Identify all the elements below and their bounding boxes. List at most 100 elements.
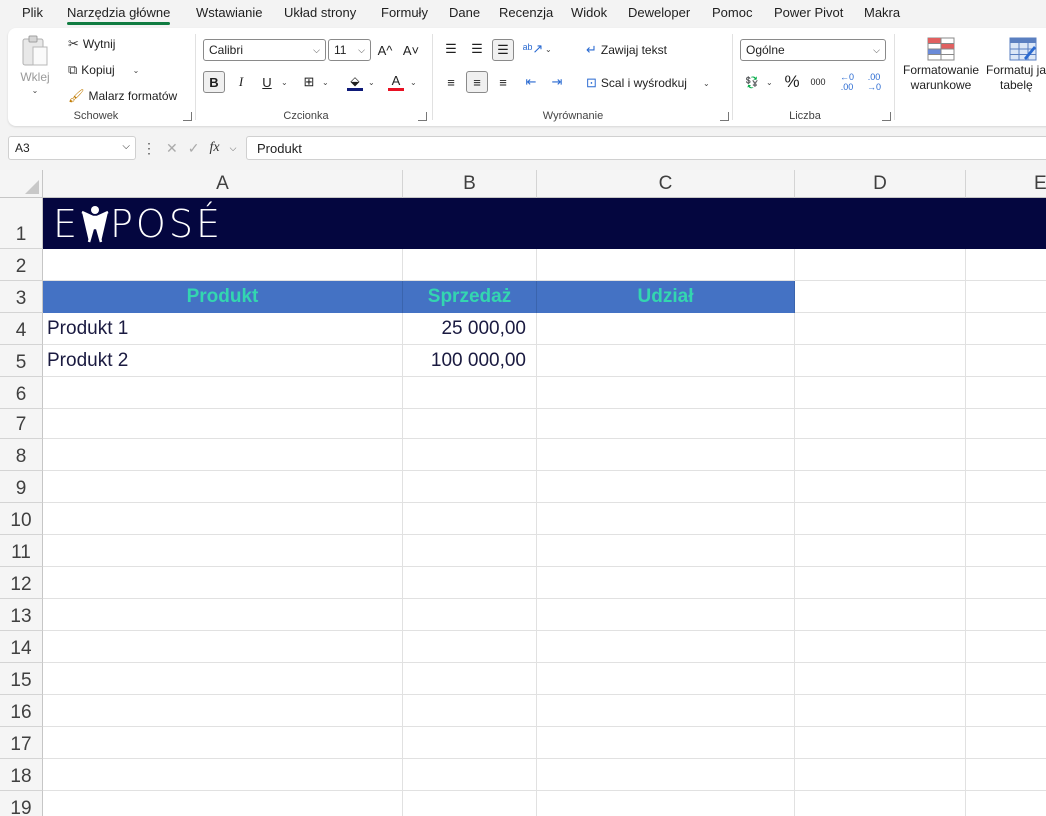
row-header[interactable]: 12 — [0, 567, 43, 599]
tab-macros[interactable]: Makra — [864, 5, 900, 20]
paste-button[interactable]: Wklej ⌄ — [20, 34, 50, 95]
cancel-icon[interactable]: ✕ — [166, 140, 178, 157]
column-header-b[interactable]: B — [403, 170, 537, 198]
header-cell-product[interactable]: Produkt — [43, 281, 403, 313]
row-header[interactable]: 3 — [0, 281, 43, 313]
column-header-e[interactable]: E — [966, 170, 1046, 198]
tab-review[interactable]: Recenzja — [499, 5, 553, 20]
row-header[interactable]: 18 — [0, 759, 43, 791]
bold-button[interactable]: B — [203, 71, 225, 93]
tab-view[interactable]: Widok — [571, 5, 607, 20]
tab-help[interactable]: Pomoc — [712, 5, 752, 20]
underline-button[interactable]: U — [256, 71, 278, 93]
launcher-icon[interactable]: . — [183, 112, 192, 121]
merge-center-button[interactable]: ⊡ Scal i wyśrodkuj ⌄ — [586, 75, 710, 91]
tab-file[interactable]: Plik — [22, 5, 43, 20]
tab-insert[interactable]: Wstawianie — [196, 5, 262, 20]
cell-b5[interactable]: 100 000,00 — [403, 345, 537, 377]
cell-c5[interactable] — [537, 345, 795, 377]
launcher-icon[interactable]: . — [418, 112, 427, 121]
shrink-font-button[interactable]: A˅ — [400, 39, 422, 61]
chevron-down-icon[interactable]: ⌄ — [703, 79, 710, 88]
decrease-decimal-button[interactable]: .00 →0 — [863, 71, 885, 93]
row-header[interactable]: 10 — [0, 503, 43, 535]
chevron-down-icon[interactable]: ⌵ — [122, 141, 130, 152]
copy-button[interactable]: ⧉ Kopiuj ⌄ — [68, 62, 139, 78]
tab-home[interactable]: Narzędzia główne — [67, 5, 171, 25]
increase-decimal-button[interactable]: ←0 .00 — [836, 71, 858, 93]
header-cell-share[interactable]: Udział — [537, 281, 795, 313]
tab-page-layout[interactable]: Układ strony — [284, 5, 356, 20]
row-header[interactable]: 19 — [0, 791, 43, 816]
header-cell-sales[interactable]: Sprzedaż — [403, 281, 537, 313]
cell-a5[interactable]: Produkt 2 — [43, 345, 403, 377]
borders-button[interactable]: ⊞ — [298, 71, 320, 93]
grow-font-button[interactable]: A^ — [374, 39, 396, 61]
chevron-down-icon[interactable]: ⌵ — [230, 143, 237, 154]
format-as-table-button[interactable]: Formatuj ja tabelę — [986, 36, 1046, 92]
row-header[interactable]: 15 — [0, 663, 43, 695]
column-header-c[interactable]: C — [537, 170, 795, 198]
column-header-a[interactable]: A — [43, 170, 403, 198]
launcher-icon[interactable]: . — [882, 112, 891, 121]
tab-developer[interactable]: Deweloper — [628, 5, 690, 20]
banner-row[interactable]: E POSÉ — [43, 198, 1046, 249]
row-header[interactable]: 13 — [0, 599, 43, 631]
chevron-down-icon[interactable]: ⌄ — [281, 78, 288, 87]
cell-c4[interactable] — [537, 313, 795, 345]
font-size-select[interactable]: 11 ⌵ — [328, 39, 371, 61]
align-center-button[interactable]: ≡ — [466, 71, 488, 93]
font-family-select[interactable]: Calibri ⌵ — [203, 39, 326, 61]
increase-indent-button[interactable]: ⇥ — [546, 71, 568, 93]
confirm-icon[interactable]: ✓ — [188, 140, 200, 157]
wrap-text-button[interactable]: ↵ Zawijaj tekst — [586, 42, 667, 58]
tab-power-pivot[interactable]: Power Pivot — [774, 5, 843, 20]
insert-function-icon[interactable]: fx — [209, 140, 219, 156]
name-box[interactable]: A3 ⌵ — [8, 136, 136, 160]
cell-a4[interactable]: Produkt 1 — [43, 313, 403, 345]
font-color-button[interactable]: A — [385, 71, 407, 93]
row-header[interactable]: 1 — [0, 198, 43, 249]
chevron-down-icon[interactable]: ⌄ — [410, 78, 417, 87]
align-bottom-button[interactable]: ☰ — [492, 39, 514, 61]
decrease-indent-button[interactable]: ⇤ — [520, 71, 542, 93]
cell-b4[interactable]: 25 000,00 — [403, 313, 537, 345]
chevron-down-icon[interactable]: ⌄ — [133, 66, 140, 75]
row-header[interactable]: 5 — [0, 345, 43, 377]
chevron-down-icon[interactable]: ⌄ — [368, 78, 375, 87]
chevron-down-icon[interactable]: ⌄ — [322, 78, 329, 87]
formula-input[interactable]: Produkt — [246, 136, 1046, 160]
tab-formulas[interactable]: Formuły — [381, 5, 428, 20]
row-header[interactable]: 2 — [0, 249, 43, 281]
row-header[interactable]: 4 — [0, 313, 43, 345]
align-left-button[interactable]: ≡ — [440, 71, 462, 93]
row-header[interactable]: 6 — [0, 377, 43, 409]
number-format-select[interactable]: Ogólne ⌵ — [740, 39, 886, 61]
align-middle-button[interactable]: ☰ — [466, 38, 488, 60]
select-all-button[interactable] — [0, 170, 43, 198]
italic-button[interactable]: I — [230, 71, 252, 93]
align-top-button[interactable]: ☰ — [440, 38, 462, 60]
accounting-format-button[interactable]: 💱 — [741, 71, 763, 93]
fill-color-button[interactable]: ⬙ — [344, 71, 366, 93]
more-options-icon[interactable]: ⋮ — [142, 140, 156, 157]
row-header[interactable]: 11 — [0, 535, 43, 567]
row-header[interactable]: 14 — [0, 631, 43, 663]
comma-style-button[interactable]: 000 — [807, 71, 829, 93]
row-header[interactable]: 8 — [0, 439, 43, 471]
percent-style-button[interactable]: % — [781, 71, 803, 93]
orientation-button[interactable]: ᵃᵇ↗ — [522, 38, 544, 60]
row-header[interactable]: 7 — [0, 409, 43, 439]
column-header-d[interactable]: D — [795, 170, 966, 198]
align-right-button[interactable]: ≡ — [492, 71, 514, 93]
chevron-down-icon[interactable]: ⌄ — [545, 45, 552, 54]
launcher-icon[interactable]: . — [720, 112, 729, 121]
chevron-down-icon[interactable]: ⌄ — [766, 78, 773, 87]
row-header[interactable]: 16 — [0, 695, 43, 727]
row-header[interactable]: 17 — [0, 727, 43, 759]
format-painter-button[interactable]: 🖌 Malarz formatów — [68, 88, 177, 104]
row-header[interactable]: 9 — [0, 471, 43, 503]
conditional-formatting-button[interactable]: Formatowanie warunkowe — [903, 36, 979, 92]
tab-data[interactable]: Dane — [449, 5, 480, 20]
cut-button[interactable]: ✂ Wytnij — [68, 36, 115, 52]
